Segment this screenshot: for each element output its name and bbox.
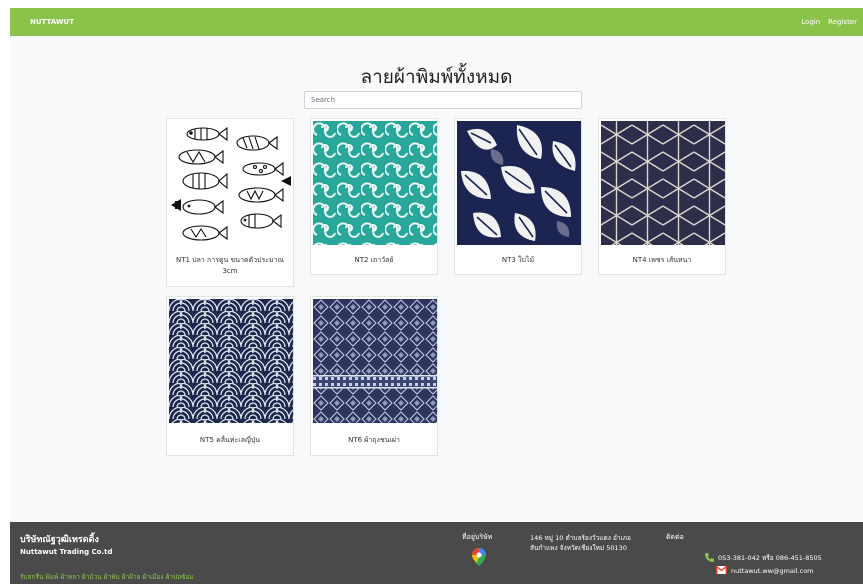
page-title: ลายผ้าพิมพ์ทั้งหมด bbox=[360, 66, 513, 88]
footer-services: รับสกรีน พิมพ์ ผ้าหลา ผ้าม้วน ผ้าพับ ผ้า… bbox=[20, 573, 194, 581]
address-line-1: 146 หมู่ 10 ตำบลร้องวัวแดง อำเภอ bbox=[530, 534, 631, 542]
product-caption: NT4 เพชร เส้นหนา bbox=[632, 256, 692, 264]
search-input[interactable] bbox=[304, 91, 582, 109]
product-caption: NT2 เถาวัลย์ bbox=[354, 256, 394, 264]
product-caption: NT6 ผ้าถุงชนเผ่า bbox=[348, 436, 400, 444]
product-image-seigaiha-wave[interactable] bbox=[169, 299, 293, 423]
footer-location-label: ที่อยู่บริษัท bbox=[462, 533, 493, 541]
register-link[interactable]: Register bbox=[828, 18, 857, 26]
product-card-nt2[interactable]: NT2 เถาวัลย์ bbox=[310, 118, 438, 275]
product-card-nt4[interactable]: NT4 เพชร เส้นหนา bbox=[598, 118, 726, 275]
product-card-nt6[interactable]: NT6 ผ้าถุงชนเผ่า bbox=[310, 296, 438, 456]
page: NUTTAWUT Login Register ลายผ้าพิมพ์ทั้งห… bbox=[10, 8, 863, 584]
footer-phone[interactable]: 053-381-042 หรือ 086-451-8505 bbox=[718, 553, 822, 563]
product-image-tribal-diamond[interactable] bbox=[313, 299, 437, 423]
nav-links: Login Register bbox=[801, 18, 857, 26]
product-caption: NT5 คลื่นทะเลญี่ปุ่น bbox=[199, 436, 261, 444]
phone-icon bbox=[704, 552, 714, 564]
product-image-fish[interactable] bbox=[169, 121, 293, 245]
product-caption: NT1 ปลา การตูน ขนาดตัวประมาณ 3cm bbox=[175, 256, 285, 275]
footer-address: 146 หมู่ 10 ตำบลร้องวัวแดง อำเภอ สันกำแพ… bbox=[530, 533, 631, 553]
footer-company-th: บริษัทณัฐวุฒิเทรดดิ้ง bbox=[20, 535, 99, 545]
footer-contact-label: ติดต่อ bbox=[666, 533, 684, 541]
map-pin-icon[interactable] bbox=[472, 548, 486, 566]
footer-phone-row: 053-381-042 หรือ 086-451-8505 bbox=[704, 552, 822, 564]
product-card-nt1[interactable]: NT1 ปลา การตูน ขนาดตัวประมาณ 3cm bbox=[166, 118, 294, 287]
footer-email[interactable]: nuttawut.ww@gmail.com bbox=[731, 567, 814, 575]
product-card-nt5[interactable]: NT5 คลื่นทะเลญี่ปุ่น bbox=[166, 296, 294, 456]
mail-icon bbox=[715, 565, 728, 576]
address-line-2: สันกำแพง จังหวัดเชียงใหม่ 50130 bbox=[530, 544, 627, 552]
product-image-monstera-leaf[interactable] bbox=[457, 121, 581, 245]
footer: บริษัทณัฐวุฒิเทรดดิ้ง Nuttawut Trading C… bbox=[10, 522, 863, 584]
product-image-asanoha-star[interactable] bbox=[601, 121, 725, 245]
navbar: NUTTAWUT Login Register bbox=[10, 8, 863, 36]
product-caption: NT3 ใบไม้ bbox=[501, 256, 535, 264]
footer-mail-row: nuttawut.ww@gmail.com bbox=[715, 565, 814, 576]
footer-company-en: Nuttawut Trading Co.td bbox=[20, 548, 113, 556]
login-link[interactable]: Login bbox=[801, 18, 820, 26]
brand-link[interactable]: NUTTAWUT bbox=[30, 18, 74, 26]
product-card-nt3[interactable]: NT3 ใบไม้ bbox=[454, 118, 582, 275]
product-image-teal-swirl[interactable] bbox=[313, 121, 437, 245]
